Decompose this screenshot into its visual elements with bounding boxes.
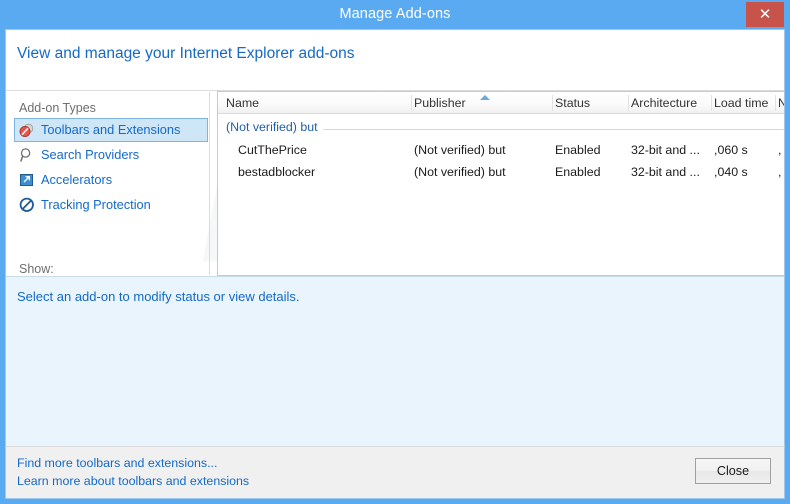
sidebar-item-label: Search Providers xyxy=(41,147,140,162)
title-bar: Manage Add-ons ✕ xyxy=(0,0,790,29)
column-header-load-time[interactable]: Load time xyxy=(714,92,776,114)
cell-status: Enabled xyxy=(555,143,601,157)
banner-heading: View and manage your Internet Explorer a… xyxy=(17,45,355,62)
window-bottom-frame xyxy=(0,499,790,504)
column-header-name[interactable]: Name xyxy=(226,92,412,114)
table-row[interactable]: CutThePrice (Not verified) but Enabled 3… xyxy=(218,140,784,160)
sidebar-item-search-providers[interactable]: Search Providers xyxy=(14,143,208,167)
column-header-navigation[interactable]: N xyxy=(778,92,784,114)
sidebar-item-toolbars-and-extensions[interactable]: Toolbars and Extensions xyxy=(14,118,208,142)
sidebar-divider xyxy=(209,92,210,275)
accelerator-arrow-icon xyxy=(19,172,35,188)
cell-name: CutThePrice xyxy=(238,143,307,157)
show-filter-label: Show: xyxy=(19,262,54,276)
window-title: Manage Add-ons xyxy=(339,6,451,22)
cell-architecture: 32-bit and ... xyxy=(631,143,700,157)
cell-publisher: (Not verified) but xyxy=(414,143,506,157)
column-header-status[interactable]: Status xyxy=(555,92,629,114)
toolbars-extensions-icon xyxy=(19,122,35,138)
sidebar-section-label: Add-on Types xyxy=(19,101,96,115)
footer-bar: Find more toolbars and extensions... Lea… xyxy=(5,446,785,499)
manage-addons-window: Manage Add-ons ✕ pcrisk View and manage … xyxy=(0,0,790,504)
column-header-architecture[interactable]: Architecture xyxy=(631,92,712,114)
cell-load-time: ,060 s xyxy=(714,143,748,157)
client-area: pcrisk View and manage your Internet Exp… xyxy=(5,29,785,475)
close-icon: ✕ xyxy=(758,6,772,23)
sidebar-item-label: Accelerators xyxy=(41,172,113,187)
addons-table: Name Publisher Status Architecture Load … xyxy=(217,91,784,276)
magnifier-icon xyxy=(19,147,35,163)
sidebar-item-tracking-protection[interactable]: Tracking Protection xyxy=(14,193,208,217)
cell-load-time: ,040 s xyxy=(714,165,748,179)
table-group-header: (Not verified) but xyxy=(218,117,784,137)
cell-navigation: , xyxy=(778,165,782,179)
close-button[interactable]: Close xyxy=(695,458,771,484)
cell-name: bestadblocker xyxy=(238,165,316,179)
sidebar-item-label: Toolbars and Extensions xyxy=(41,122,181,137)
learn-more-toolbars-link[interactable]: Learn more about toolbars and extensions xyxy=(17,474,249,488)
no-entry-icon xyxy=(19,197,35,213)
cell-architecture: 32-bit and ... xyxy=(631,165,700,179)
sort-ascending-icon xyxy=(480,95,490,100)
table-group-label: (Not verified) but xyxy=(226,117,323,137)
sidebar-item-label: Tracking Protection xyxy=(41,197,151,212)
cell-navigation: , xyxy=(778,143,782,157)
window-close-button[interactable]: ✕ xyxy=(746,2,784,27)
find-more-toolbars-link[interactable]: Find more toolbars and extensions... xyxy=(17,456,217,470)
table-header-row: Name Publisher Status Architecture Load … xyxy=(218,92,784,114)
sidebar-item-accelerators[interactable]: Accelerators xyxy=(14,168,208,192)
cell-publisher: (Not verified) but xyxy=(414,165,506,179)
table-row[interactable]: bestadblocker (Not verified) but Enabled… xyxy=(218,162,784,182)
status-message: Select an add-on to modify status or vie… xyxy=(17,289,300,304)
cell-status: Enabled xyxy=(555,165,601,179)
banner: View and manage your Internet Explorer a… xyxy=(6,30,784,91)
